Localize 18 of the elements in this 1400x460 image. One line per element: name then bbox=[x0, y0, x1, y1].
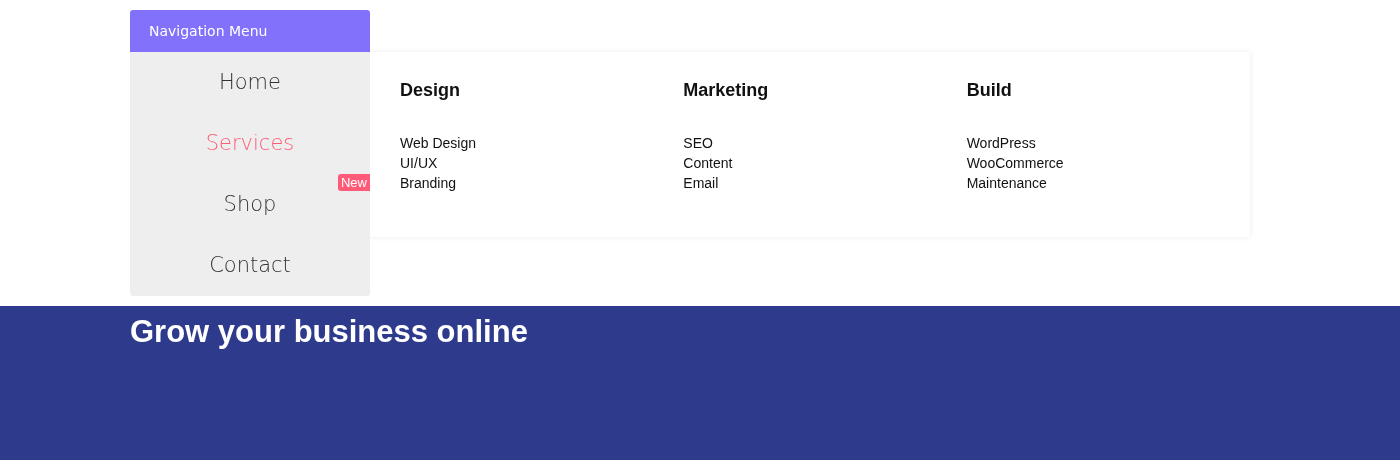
menu-link[interactable]: Maintenance bbox=[966, 173, 1047, 193]
menu-link[interactable]: SEO bbox=[683, 133, 713, 153]
menu-link[interactable]: Branding bbox=[400, 173, 457, 193]
menu-link[interactable]: UI/UX bbox=[400, 153, 438, 173]
hero-heading: Grow your business online bbox=[130, 313, 528, 350]
menu-link[interactable]: WooCommerce bbox=[966, 153, 1064, 173]
menu-item[interactable]: Contact bbox=[209, 235, 291, 296]
menu-link[interactable]: Email bbox=[683, 173, 719, 193]
column-heading: Design bbox=[400, 80, 461, 101]
menu-item[interactable]: Shop bbox=[223, 174, 277, 235]
new-badge: New bbox=[338, 174, 370, 191]
menu-link[interactable]: WordPress bbox=[966, 133, 1036, 153]
menu-header: Navigation Menu bbox=[130, 10, 370, 52]
menu-link[interactable]: Content bbox=[683, 153, 733, 173]
menu-link[interactable]: Web Design bbox=[400, 133, 476, 153]
column-heading: Build bbox=[966, 80, 1013, 101]
menu-item[interactable]: Home bbox=[219, 52, 281, 113]
column-heading: Marketing bbox=[683, 80, 770, 101]
